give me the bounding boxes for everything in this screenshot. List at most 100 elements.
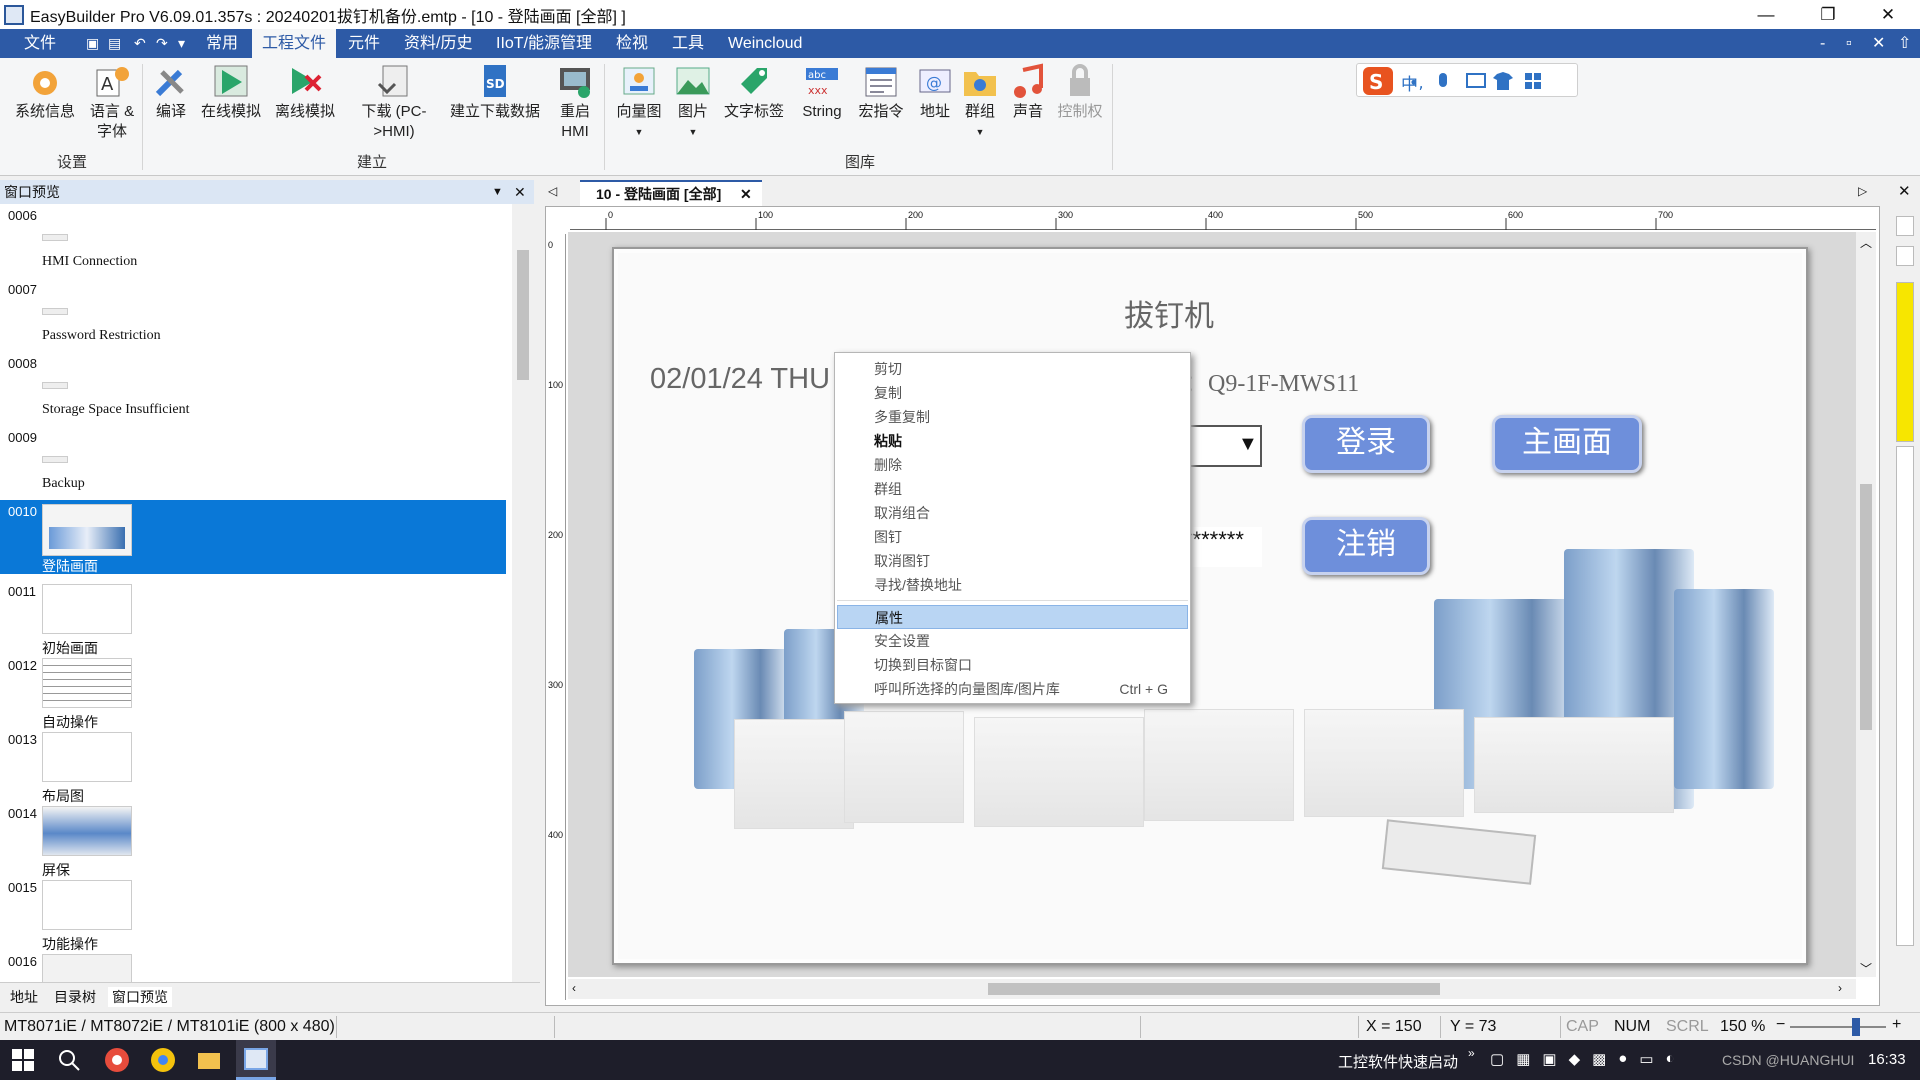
mdi-minimize-button[interactable]: - [1820,29,1825,58]
tray-icon[interactable]: ▣ [1542,1050,1556,1070]
tab-scroll-left-icon[interactable]: ◁ [548,184,557,198]
main-screen-button[interactable]: 主画面 [1492,415,1642,473]
tray-icon[interactable]: ◐ [1666,1050,1675,1070]
menu-item-call-gallery[interactable]: 呼叫所选择的向量图库/图片库 Ctrl + G [837,677,1188,701]
tray-icon[interactable]: ▭ [1639,1050,1653,1070]
menu-project[interactable]: 工程文件 [252,29,337,58]
list-item[interactable]: 0009 Backup [0,426,512,491]
tab-address[interactable]: 地址 [10,987,38,1007]
minimize-button[interactable]: — [1738,0,1794,29]
undo-icon[interactable]: ↶ [134,35,146,52]
scrollbar-thumb[interactable] [517,250,529,380]
list-item[interactable]: 0006 HMI Connection [0,204,512,269]
restore-button[interactable]: ❐ [1800,0,1856,29]
menu-tools[interactable]: 工具 [672,29,704,58]
menu-item-pin[interactable]: 图钉 [837,525,1188,549]
scroll-right-icon[interactable]: › [1838,981,1842,995]
group-button[interactable]: 群组 ▼ [956,62,1004,142]
text-label-button[interactable]: 文字标签 [720,62,788,122]
login-button[interactable]: 登录 [1302,415,1430,473]
close-icon[interactable]: ✕ [514,180,526,204]
scrollbar-thumb[interactable] [1860,484,1872,730]
list-item[interactable]: 0013 布局图 [0,728,512,805]
toolbox-item[interactable] [1896,216,1914,236]
tab-tree[interactable]: 目录树 [54,987,96,1007]
tray-icon[interactable]: ▢ [1490,1050,1504,1070]
menu-item-group[interactable]: 群组 [837,477,1188,501]
scroll-down-icon[interactable]: ﹀ [1860,960,1872,977]
user-dropdown[interactable]: ▼ [1184,425,1262,467]
menu-data-history[interactable]: 资料/历史 [404,29,472,58]
zoom-slider[interactable] [1790,1026,1886,1028]
menu-iiot[interactable]: IIoT/能源管理 [496,29,592,58]
menu-item-goto-window[interactable]: 切换到目标窗口 [837,653,1188,677]
address-button[interactable]: @ 地址 [910,62,960,122]
browser-icon[interactable] [104,1047,130,1073]
chevron-icon[interactable]: » [1468,1046,1475,1060]
menu-item-cut[interactable]: 剪切 [837,357,1188,381]
tab-scroll-right-icon[interactable]: ▷ [1858,184,1867,198]
list-item-selected[interactable]: 0010 登陆画面 [0,500,506,575]
tray-icon[interactable]: ▩ [1592,1050,1606,1070]
toolbox-item[interactable] [1896,246,1914,266]
online-sim-button[interactable]: 在线模拟 [200,62,262,122]
menu-view[interactable]: 检视 [616,29,648,58]
menu-objects[interactable]: 元件 [348,29,380,58]
horizontal-scrollbar[interactable]: ‹ › [568,979,1856,999]
password-field[interactable]: ******* [1184,527,1262,567]
tray-icon[interactable]: ◆ [1569,1050,1581,1070]
vector-gallery-button[interactable]: 向量图 ▼ [612,62,666,142]
dropdown-icon[interactable]: ▼ [492,180,503,204]
save-all-icon[interactable]: ▤ [108,35,121,52]
hmi-screen[interactable]: 拔钉机 02/01/24 THU ：Q9-1F-MWS11 ▼ ******* … [612,247,1808,965]
menu-item-find-replace[interactable]: 寻找/替换地址 [837,573,1188,597]
qat-dropdown-icon[interactable]: ▾ [178,35,185,52]
language-font-button[interactable]: A 语言 & 字体 [84,62,140,142]
reboot-hmi-button[interactable]: 重启 HMI [550,62,600,142]
menu-item-multi-copy[interactable]: 多重复制 [837,405,1188,429]
list-item[interactable]: 0008 Storage Space Insufficient [0,352,512,417]
save-icon[interactable]: ▣ [86,35,99,52]
redo-icon[interactable]: ↷ [156,35,168,52]
list-item[interactable]: 0015 功能操作 [0,876,512,953]
close-icon[interactable]: ✕ [740,182,752,206]
menu-item-paste[interactable]: 粘贴 [837,429,1188,453]
list-item[interactable]: 0011 初始画面 [0,580,512,657]
scroll-up-icon[interactable]: ︿ [1860,234,1872,251]
list-item[interactable]: 0012 自动操作 [0,654,512,731]
quick-launch-label[interactable]: 工控软件快速启动 [1338,1051,1458,1072]
easybuilder-taskbar-button[interactable] [236,1040,276,1080]
tab-window-preview[interactable]: 窗口预览 [108,987,172,1007]
tray-icon[interactable]: ▦ [1516,1050,1530,1070]
list-item[interactable]: 0016 [0,950,512,982]
file-explorer-icon[interactable] [196,1047,222,1073]
scrollbar-thumb[interactable] [988,983,1440,995]
clock[interactable]: 16:33 [1868,1051,1906,1068]
string-button[interactable]: abc xxx String [796,62,848,122]
menu-item-unpin[interactable]: 取消图钉 [837,549,1188,573]
zoom-slider-thumb[interactable] [1852,1018,1860,1036]
list-item[interactable]: 0007 Password Restriction [0,278,512,343]
panel-scrollbar[interactable] [512,204,534,982]
vertical-scrollbar[interactable]: ︿ ﹀ [1856,232,1876,977]
sound-button[interactable]: 声音 [1004,62,1052,122]
menu-item-properties[interactable]: 属性 [837,605,1188,629]
ime-toolbar[interactable]: S •, 中 [1356,63,1578,97]
scroll-left-icon[interactable]: ‹ [572,981,576,995]
download-button[interactable]: 下载 (PC- >HMI) [354,62,434,142]
chrome-icon[interactable] [150,1047,176,1073]
menu-common[interactable]: 常用 [206,29,238,58]
close-button[interactable]: ✕ [1860,0,1916,29]
list-item[interactable]: 0014 屏保 [0,802,512,879]
close-icon[interactable]: ✕ [1898,182,1911,200]
windows-start-icon[interactable] [10,1047,36,1073]
menu-item-security[interactable]: 安全设置 [837,629,1188,653]
menu-item-delete[interactable]: 删除 [837,453,1188,477]
logout-button[interactable]: 注销 [1302,517,1430,575]
menu-item-ungroup[interactable]: 取消组合 [837,501,1188,525]
control-authority-button[interactable]: 控制权 [1052,62,1108,122]
mdi-close-button[interactable]: ✕ [1872,29,1885,58]
zoom-out-icon[interactable]: − [1776,1016,1785,1034]
ribbon-collapse-button[interactable]: ⇧ [1898,29,1911,58]
build-download-data-button[interactable]: SD 建立下载数据 [448,62,542,122]
